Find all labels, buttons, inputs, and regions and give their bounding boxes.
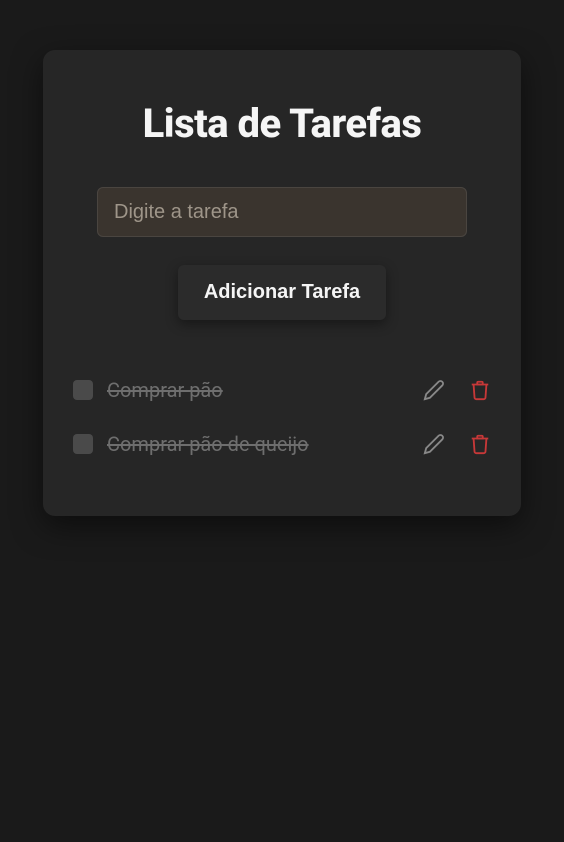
pencil-icon	[423, 379, 445, 401]
task-item: Comprar pão de queijo	[73, 432, 491, 456]
edit-task-button[interactable]	[423, 379, 445, 401]
delete-task-button[interactable]	[469, 379, 491, 401]
task-input[interactable]	[97, 187, 467, 237]
task-checkbox[interactable]	[73, 434, 93, 454]
trash-icon	[469, 433, 491, 455]
task-checkbox[interactable]	[73, 380, 93, 400]
todo-card: Lista de Tarefas Adicionar Tarefa Compra…	[43, 50, 521, 516]
task-actions	[423, 379, 491, 401]
add-task-button[interactable]: Adicionar Tarefa	[178, 265, 386, 320]
delete-task-button[interactable]	[469, 433, 491, 455]
task-text: Comprar pão de queijo	[107, 432, 409, 456]
task-actions	[423, 433, 491, 455]
edit-task-button[interactable]	[423, 433, 445, 455]
pencil-icon	[423, 433, 445, 455]
trash-icon	[469, 379, 491, 401]
page-title: Lista de Tarefas	[71, 100, 493, 147]
task-list: Comprar pão Comprar pão de que	[71, 378, 493, 456]
input-section: Adicionar Tarefa	[71, 187, 493, 320]
task-text: Comprar pão	[107, 378, 409, 402]
task-item: Comprar pão	[73, 378, 491, 402]
